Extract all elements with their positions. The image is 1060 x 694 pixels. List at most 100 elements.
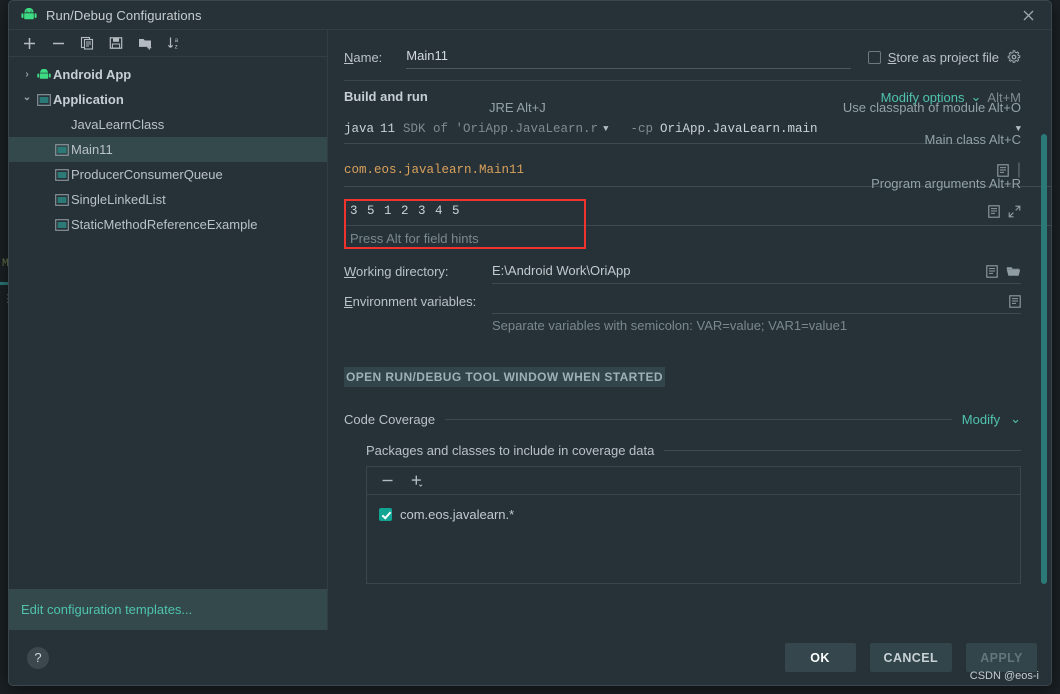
- name-input-value: Main11: [406, 48, 448, 63]
- jre-row-rule: [344, 143, 984, 144]
- tree-item-label: Android App: [53, 67, 132, 82]
- coverage-pattern-items: com.eos.javalearn.*: [367, 495, 1020, 524]
- code-coverage-header: Code Coverage Modify ⌄: [344, 411, 1021, 427]
- tree-item-label: ProducerConsumerQueue: [71, 167, 223, 182]
- configuration-editor-pane: Name: Main11 Store as project file Build…: [328, 30, 1051, 630]
- macro-icon[interactable]: [986, 264, 998, 278]
- classpath-flag: -cp: [630, 122, 653, 136]
- environment-variables-label: Environment variables:: [344, 293, 477, 309]
- copy-icon[interactable]: [79, 35, 95, 51]
- store-as-project-file-checkbox[interactable]: Store as project file: [867, 50, 999, 65]
- working-directory-label: Working directory:: [344, 263, 449, 279]
- tree-item-android-app[interactable]: › Android App: [9, 62, 327, 87]
- code-coverage-modify-link[interactable]: Modify: [962, 412, 1000, 427]
- tree-item-label: JavaLearnClass: [71, 117, 165, 132]
- backdrop-strip: [0, 282, 8, 285]
- chevron-down-icon[interactable]: ⌄: [1010, 411, 1021, 427]
- minus-icon[interactable]: [379, 473, 395, 489]
- coverage-packages-caption: Packages and classes to include in cover…: [366, 443, 655, 458]
- working-directory-row: Working directory: E:\Android Work\OriAp…: [344, 256, 1021, 286]
- configuration-editor-scroll: Name: Main11 Store as project file Build…: [328, 30, 1051, 630]
- build-and-run-title: Build and run: [344, 89, 428, 104]
- macro-icon[interactable]: [988, 204, 1000, 218]
- watermark: CSDN @eos-i: [969, 670, 1039, 682]
- main-class-browse-icon[interactable]: |: [1017, 161, 1021, 179]
- gear-icon[interactable]: [1007, 50, 1021, 64]
- jre-version: 11: [380, 122, 396, 136]
- classpath-dropdown-chevron-icon[interactable]: ▼: [1016, 124, 1021, 134]
- cancel-button[interactable]: CANCEL: [869, 643, 952, 672]
- coverage-pattern-checkbox[interactable]: [379, 507, 392, 521]
- chevron-down-icon[interactable]: ⌄: [971, 89, 982, 105]
- working-directory-icons: [986, 264, 1021, 278]
- application-icon: [53, 143, 71, 156]
- program-arguments-icons: [988, 204, 1021, 218]
- classpath-module-value: OriApp.JavaLearn.main: [660, 122, 818, 136]
- plus-icon[interactable]: [21, 35, 37, 51]
- close-icon[interactable]: [1011, 2, 1045, 29]
- hint-jre: JRE Alt+J: [489, 100, 546, 115]
- main-class-rule: [344, 186, 1051, 187]
- chevron-down-icon[interactable]: ⌄: [19, 92, 35, 107]
- program-arguments-value: 3 5 1 2 3 4 5: [350, 204, 461, 218]
- jre-java-label: java: [344, 122, 375, 136]
- run-debug-configurations-dialog: Run/Debug Configurations a z › Android A…: [8, 0, 1052, 686]
- expand-editor-icon[interactable]: [1008, 205, 1021, 218]
- name-input[interactable]: Main11: [406, 45, 852, 69]
- folder-add-icon[interactable]: [137, 35, 153, 51]
- coverage-pattern-item[interactable]: com.eos.javalearn.*: [379, 504, 1020, 524]
- modify-options-mnemonic: Alt+M: [987, 89, 1021, 105]
- ok-button[interactable]: OK: [784, 643, 856, 672]
- environment-variables-input[interactable]: [492, 288, 1021, 314]
- tree-item-javalearnclass[interactable]: JavaLearnClass: [9, 112, 327, 137]
- save-icon[interactable]: [108, 35, 124, 51]
- application-icon: [53, 193, 71, 206]
- coverage-packages-toolbar: [367, 467, 1020, 495]
- tree-item-label: StaticMethodReferenceExample: [71, 217, 258, 232]
- plus-icon[interactable]: [409, 473, 425, 489]
- editor-vertical-scrollbar[interactable]: [1041, 134, 1047, 584]
- jre-dropdown-chevron-icon[interactable]: ▼: [603, 124, 608, 134]
- tree-item-producerconsumerqueue[interactable]: ProducerConsumerQueue: [9, 162, 327, 187]
- coverage-pattern-label: com.eos.javalearn.*: [400, 506, 515, 522]
- modify-options-group[interactable]: Modify options ⌄ Alt+M: [881, 89, 1021, 105]
- dialog-body: az › Android App ⌄ Application JavaLearnClas…: [9, 30, 1051, 630]
- open-tool-window-banner[interactable]: OPEN RUN/DEBUG TOOL WINDOW WHEN STARTED: [344, 367, 665, 387]
- apply-button: APPLY: [966, 643, 1037, 672]
- tree-item-singlelinkedlist[interactable]: SingleLinkedList: [9, 187, 327, 212]
- configurations-pane: az › Android App ⌄ Application JavaLearnClas…: [9, 30, 328, 630]
- code-coverage-rule: [445, 418, 952, 420]
- jre-classpath-row[interactable]: java 11 SDK of 'OriApp.JavaLearn.r ▼ -cp…: [344, 117, 1021, 141]
- store-as-project-file-box: [867, 50, 881, 64]
- jre-sdk-description: SDK of 'OriApp.JavaLearn.r: [403, 122, 599, 136]
- code-coverage-section: Code Coverage Modify ⌄ Packages and clas…: [344, 411, 1021, 584]
- tree-item-staticmethodreferenceexample[interactable]: StaticMethodReferenceExample: [9, 212, 327, 237]
- help-button[interactable]: ?: [27, 646, 49, 669]
- program-arguments-area: 3 5 1 2 3 4 5 Press Alt for field hints: [344, 199, 1051, 250]
- tree-item-application[interactable]: ⌄ Application: [9, 87, 327, 112]
- sort-az-icon[interactable]: az: [166, 35, 182, 51]
- chevron-right-icon[interactable]: ›: [19, 69, 35, 80]
- minus-icon[interactable]: [50, 35, 66, 51]
- dialog-footer: ? OK CANCEL APPLY CSDN @eos-i: [9, 630, 1051, 685]
- android-icon: [21, 7, 37, 22]
- env-browse-icon[interactable]: [1009, 294, 1021, 308]
- working-directory-input[interactable]: E:\Android Work\OriApp: [492, 258, 1021, 284]
- tree-item-label: Main11: [71, 142, 113, 157]
- configurations-toolbar: az: [9, 30, 327, 57]
- coverage-packages-list: com.eos.javalearn.*: [366, 466, 1021, 584]
- main-class-field[interactable]: com.eos.javalearn.Main11 |: [344, 156, 1021, 184]
- expand-macro-icon[interactable]: [997, 163, 1009, 177]
- application-icon: [35, 93, 53, 106]
- svg-text:z: z: [174, 44, 177, 50]
- modify-options-link[interactable]: Modify options: [881, 90, 965, 105]
- dialog-titlebar: Run/Debug Configurations: [9, 1, 1051, 30]
- coverage-packages-block: Packages and classes to include in cover…: [366, 443, 1021, 584]
- edit-configuration-templates[interactable]: Edit configuration templates...: [9, 589, 327, 630]
- tree-item-main11[interactable]: Main11: [9, 137, 327, 162]
- configurations-tree: › Android App ⌄ Application JavaLearnClass Ma…: [9, 57, 327, 589]
- program-arguments-field[interactable]: 3 5 1 2 3 4 5: [344, 199, 1021, 223]
- program-arguments-hint: Press Alt for field hints: [350, 230, 479, 246]
- divider: [344, 80, 1021, 81]
- folder-browse-icon[interactable]: [1006, 265, 1021, 278]
